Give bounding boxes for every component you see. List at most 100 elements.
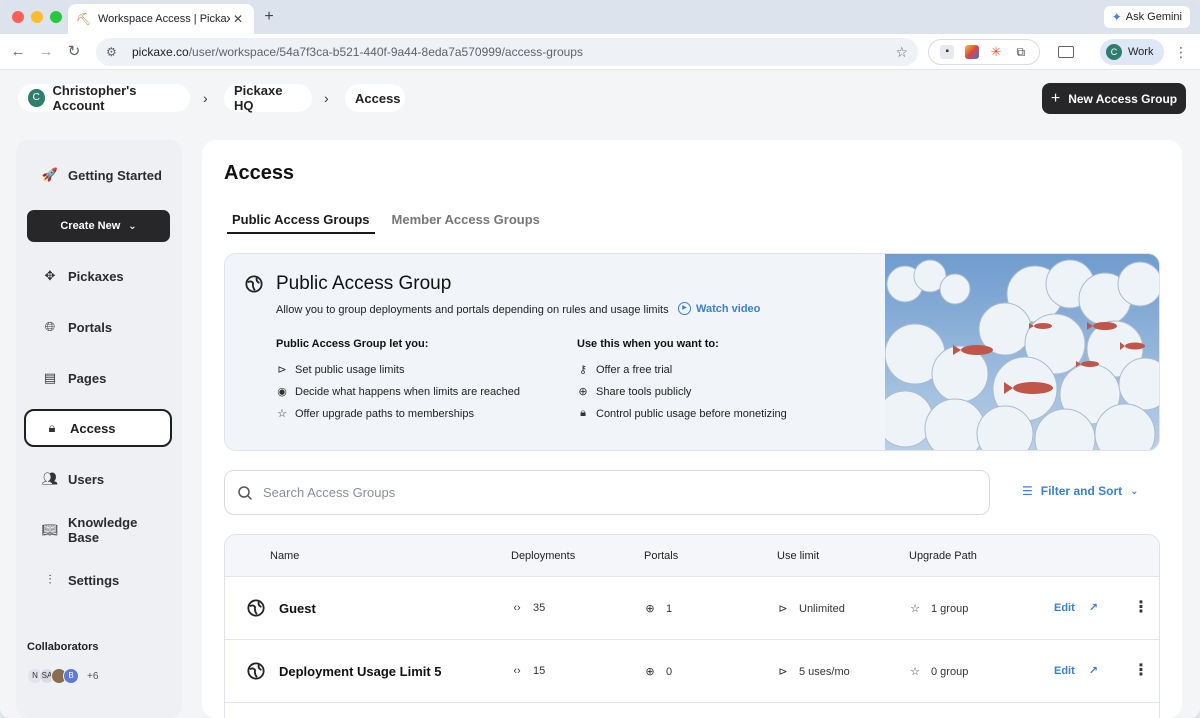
breadcrumb-page-label: Access [355, 90, 401, 106]
globe-icon: ⊕ [645, 603, 655, 615]
edit-link[interactable]: Edit ↗ [1054, 664, 1098, 677]
extension-asterisk-icon[interactable]: ✳ [989, 45, 1003, 59]
browser-tab[interactable]: ⛏ Workspace Access | Pickaxe ✕ [68, 4, 254, 34]
sidebar-item-knowledge-base[interactable]: 📖︎ Knowledge Base [24, 511, 172, 549]
sidebar-item-pickaxes[interactable]: ✥ Pickaxes [24, 257, 172, 295]
chevron-right-icon: › [324, 90, 329, 106]
table-row[interactable]: Guest ‹› 35 ⊕ 1 ⊳ Unlimited ☆ 1 group Ed… [225, 577, 1159, 640]
profile-button[interactable]: C Work [1100, 39, 1164, 65]
row-name[interactable]: Guest [279, 601, 316, 616]
back-arrow-icon[interactable]: ← [8, 42, 28, 62]
external-arrow-icon: ↗ [1088, 602, 1098, 614]
ask-gemini-label: Ask Gemini [1125, 11, 1182, 23]
column-header-use-limit: Use limit [777, 550, 820, 562]
tab-title: Workspace Access | Pickaxe [98, 13, 230, 25]
bookmark-star-icon[interactable]: ☆ [895, 44, 908, 61]
breadcrumb-workspace-label: Pickaxe HQ [234, 83, 283, 113]
row-portals: ⊕ 1 [645, 602, 673, 616]
extension-color-icon[interactable] [964, 45, 979, 59]
ask-gemini-button[interactable]: ✦ Ask Gemini [1103, 6, 1190, 28]
breadcrumb-workspace[interactable]: Pickaxe HQ [224, 83, 312, 113]
sidebar-item-label: Portals [68, 319, 113, 335]
info-card-description: Allow you to group deployments and porta… [276, 304, 669, 316]
create-new-button[interactable]: Create New ⌄ [27, 210, 170, 242]
cast-search-icon[interactable] [1058, 46, 1074, 58]
sidebar-item-settings[interactable]: ⫶ Settings [24, 561, 172, 599]
table-row[interactable]: Deployment Usage Limit 5 ‹› 15 ⊕ 0 ⊳ 5 u… [225, 640, 1159, 703]
new-access-group-button[interactable]: + New Access Group [1042, 83, 1186, 114]
sidebar-item-label: Knowledge Base [68, 515, 138, 545]
row-menu-icon[interactable]: ⋮ [1133, 597, 1149, 617]
list-item: 🔒︎ Control public usage before monetizin… [577, 407, 787, 420]
row-upgrade-path: ☆ 0 group [910, 665, 969, 679]
code-icon: ‹› [513, 602, 521, 614]
target-icon: ◉ [277, 386, 287, 398]
globe-icon [247, 599, 265, 617]
globe-icon [247, 662, 265, 680]
list-item: ⚷ Offer a free trial [578, 363, 673, 377]
tab-close-icon[interactable]: ✕ [230, 11, 246, 27]
profile-label: Work [1128, 46, 1154, 58]
sidebar-item-pages[interactable]: ▤ Pages [24, 359, 172, 397]
main-panel: Access Public Access Groups Member Acces… [202, 140, 1182, 718]
breadcrumb-account[interactable]: C Christopher's Account [18, 83, 190, 113]
sidebar-item-portals[interactable]: 🌐︎ Portals [24, 308, 172, 346]
sidebar-item-getting-started[interactable]: 🚀 Getting Started [24, 156, 172, 194]
filter-and-sort-button[interactable]: ☰ Filter and Sort ⌄ [1022, 484, 1139, 498]
collaborators-avatars[interactable]: N SA B +6 [27, 667, 98, 685]
row-upgrade-path: ☆ 1 group [910, 602, 969, 616]
list-item: ☆ Offer upgrade paths to memberships [277, 407, 474, 421]
list-item: ⊕ Share tools publicly [578, 385, 692, 399]
breadcrumb-account-label: Christopher's Account [52, 83, 137, 113]
info-card-title: Public Access Group [276, 273, 452, 294]
reload-icon[interactable]: ↻ [64, 42, 84, 62]
search-access-groups[interactable] [224, 470, 990, 515]
row-portals: ⊕ 0 [645, 665, 673, 679]
sidebar-item-access[interactable]: 🔒︎ Access [24, 409, 172, 447]
address-bar[interactable]: ⚙ pickaxe.co/user/workspace/54a7f3ca-b52… [96, 38, 918, 66]
extension-image-icon[interactable]: ▪ [940, 45, 955, 59]
star-icon: ☆ [277, 408, 287, 420]
row-menu-icon[interactable]: ⋮ [1133, 660, 1149, 680]
play-circle-icon: ⊳ [778, 666, 788, 678]
tab-member-access-groups[interactable]: Member Access Groups [387, 206, 545, 234]
watch-video-link[interactable]: ▶ Watch video [678, 302, 760, 315]
new-tab-button[interactable]: + [260, 8, 278, 26]
collaborators-title: Collaborators [27, 641, 99, 653]
table-header: Name Deployments Portals Use limit Upgra… [225, 535, 1159, 577]
sidebar-item-label: Access [70, 420, 116, 436]
list-item: ◉ Decide what happens when limits are re… [277, 385, 521, 399]
collaborators-more-count: +6 [87, 670, 99, 682]
browser-menu-icon[interactable]: ⋮ [1174, 43, 1188, 61]
play-icon: ▶ [678, 302, 691, 315]
sidebar-item-label: Settings [68, 572, 120, 588]
star-icon: ☆ [910, 603, 920, 615]
search-icon [238, 485, 253, 500]
edit-link[interactable]: Edit ↗ [1054, 601, 1098, 614]
site-settings-icon[interactable]: ⚙ [106, 45, 122, 59]
pickaxe-favicon-icon: ⛏ [76, 12, 92, 26]
column-header-portals: Portals [644, 550, 679, 562]
search-input[interactable] [263, 485, 863, 500]
plus-icon: + [1050, 89, 1061, 107]
sidebar-item-users[interactable]: 👥︎ Users [24, 460, 172, 498]
forward-arrow-icon[interactable]: → [36, 42, 56, 62]
account-avatar: C [28, 89, 45, 107]
url-text[interactable]: pickaxe.co/user/workspace/54a7f3ca-b521-… [132, 45, 895, 59]
column-header-upgrade-path: Upgrade Path [909, 550, 977, 562]
play-circle-icon: ⊳ [277, 364, 287, 376]
sidebar-item-label: Pickaxes [68, 268, 124, 284]
tab-public-access-groups[interactable]: Public Access Groups [227, 206, 375, 234]
users-icon: 👥︎ [41, 471, 59, 486]
minimize-window-button[interactable] [31, 11, 43, 23]
browser-tab-bar: ⛏ Workspace Access | Pickaxe ✕ + ✦ Ask G… [0, 0, 1200, 34]
star-icon: ☆ [910, 666, 920, 678]
breadcrumb-page[interactable]: Access [345, 84, 405, 112]
row-use-limit: ⊳ Unlimited [778, 602, 845, 616]
extensions-puzzle-icon[interactable]: ⧉ [1014, 45, 1028, 59]
row-name[interactable]: Deployment Usage Limit 5 [279, 664, 442, 679]
close-window-button[interactable] [12, 11, 24, 23]
avatar: B [63, 668, 79, 684]
column-header-deployments: Deployments [511, 550, 576, 562]
maximize-window-button[interactable] [50, 11, 62, 23]
